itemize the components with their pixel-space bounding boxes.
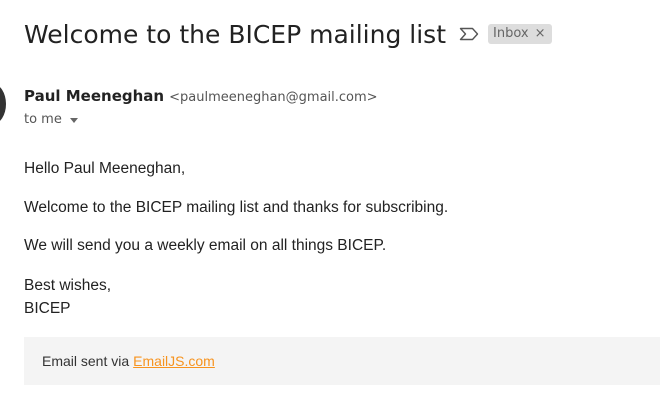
- sender-row: Paul Meeneghan <paulmeeneghan@gmail.com>: [24, 87, 378, 105]
- emailjs-link[interactable]: EmailJS.com: [133, 353, 215, 369]
- subject-row: Welcome to the BICEP mailing list Inbox …: [24, 14, 660, 54]
- inbox-label-chip[interactable]: Inbox ×: [488, 24, 552, 44]
- footer-text: Email sent via: [42, 353, 130, 369]
- sender-name[interactable]: Paul Meeneghan: [24, 87, 164, 105]
- body-line-weekly: We will send you a weekly email on all t…: [24, 237, 387, 254]
- recipient-details-toggle[interactable]: to me: [24, 112, 78, 127]
- chevron-down-icon[interactable]: [69, 117, 78, 123]
- body-line-welcome: Welcome to the BICEP mailing list and th…: [24, 199, 449, 216]
- sender-email: <paulmeeneghan@gmail.com>: [169, 90, 378, 105]
- body-signoff: Best wishes,: [24, 277, 112, 294]
- body-signature: BICEP: [24, 300, 71, 317]
- body-greeting: Hello Paul Meeneghan,: [24, 160, 186, 177]
- recipient-label: to me: [24, 112, 62, 127]
- email-footer: Email sent via EmailJS.com: [24, 337, 660, 385]
- avatar[interactable]: [0, 84, 6, 124]
- email-subject: Welcome to the BICEP mailing list: [24, 19, 447, 49]
- important-marker-icon[interactable]: [458, 25, 480, 43]
- close-icon[interactable]: ×: [535, 24, 546, 44]
- inbox-label-text: Inbox: [493, 26, 529, 41]
